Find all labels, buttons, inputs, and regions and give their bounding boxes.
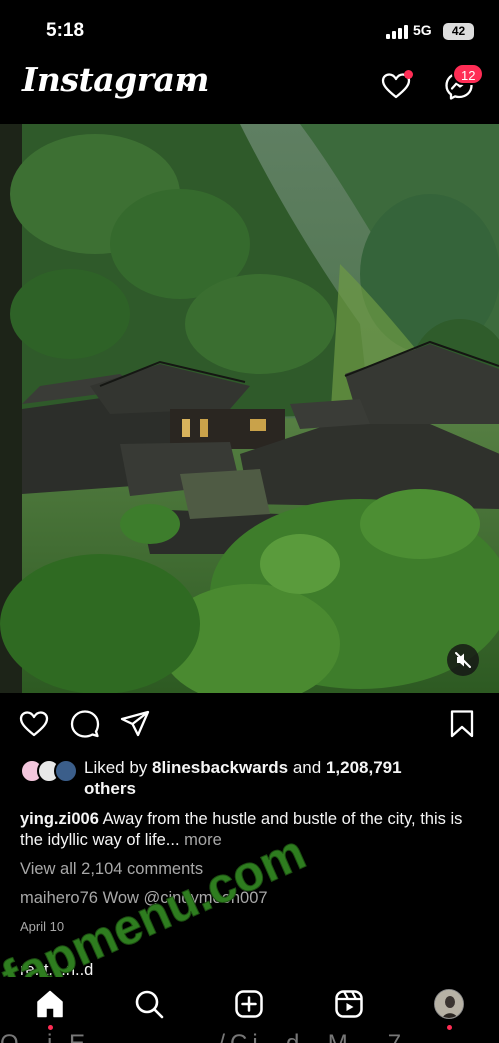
likes-connector: and xyxy=(288,758,326,777)
save-icon[interactable] xyxy=(446,708,478,740)
bottom-text-fragment: Q. i E.........../Ci..d..M...7 xyxy=(0,1030,499,1043)
search-icon[interactable] xyxy=(133,988,165,1020)
avatar xyxy=(54,759,78,783)
caption-username[interactable]: ying.zi006 xyxy=(20,810,99,828)
battery-icon: 42 xyxy=(443,23,474,40)
mute-button[interactable] xyxy=(447,644,479,676)
like-icon[interactable] xyxy=(18,708,50,740)
profile-photo xyxy=(435,990,463,1018)
caption-more-link[interactable]: more xyxy=(184,831,222,849)
chevron-down-icon[interactable] xyxy=(178,74,196,92)
likes-text: Liked by 8linesbackwards and 1,208,791 ot… xyxy=(84,757,484,799)
create-icon[interactable] xyxy=(233,988,265,1020)
likes-count[interactable]: 1,208,791 xyxy=(326,758,402,777)
notification-dot xyxy=(404,70,413,79)
post-image xyxy=(0,124,499,693)
comment-username[interactable]: maihero76 xyxy=(20,889,98,907)
status-bar: 5:18 5G 42 xyxy=(0,0,499,56)
profile-avatar[interactable] xyxy=(434,989,464,1019)
liker-avatars[interactable] xyxy=(20,759,82,783)
likes-prefix: Liked by xyxy=(84,758,153,777)
bottom-nav xyxy=(0,977,499,1033)
status-time: 5:18 xyxy=(46,20,85,41)
post-actions xyxy=(0,700,499,748)
app-header: Instagram 12 xyxy=(0,56,499,124)
top-comment: maihero76 Wow @cindymoon007 xyxy=(20,889,268,908)
reels-icon[interactable] xyxy=(333,988,365,1020)
comment-icon[interactable] xyxy=(69,708,101,740)
messages-badge: 12 xyxy=(452,63,485,85)
liker-username[interactable]: 8linesbackwards xyxy=(152,758,288,777)
view-all-comments[interactable]: View all 2,104 comments xyxy=(20,860,203,879)
signal-icon xyxy=(386,25,410,39)
comment-text: Wow @cindymoon007 xyxy=(102,889,268,907)
likes-others[interactable]: others xyxy=(84,779,136,798)
post-media[interactable] xyxy=(0,124,499,693)
caption: ying.zi006 Away from the hustle and bust… xyxy=(20,809,485,851)
home-icon[interactable] xyxy=(34,988,66,1020)
speaker-muted-icon xyxy=(455,652,471,668)
post-date: April 10 xyxy=(20,919,65,934)
network-label: 5G xyxy=(413,22,432,38)
share-icon[interactable] xyxy=(119,708,151,740)
